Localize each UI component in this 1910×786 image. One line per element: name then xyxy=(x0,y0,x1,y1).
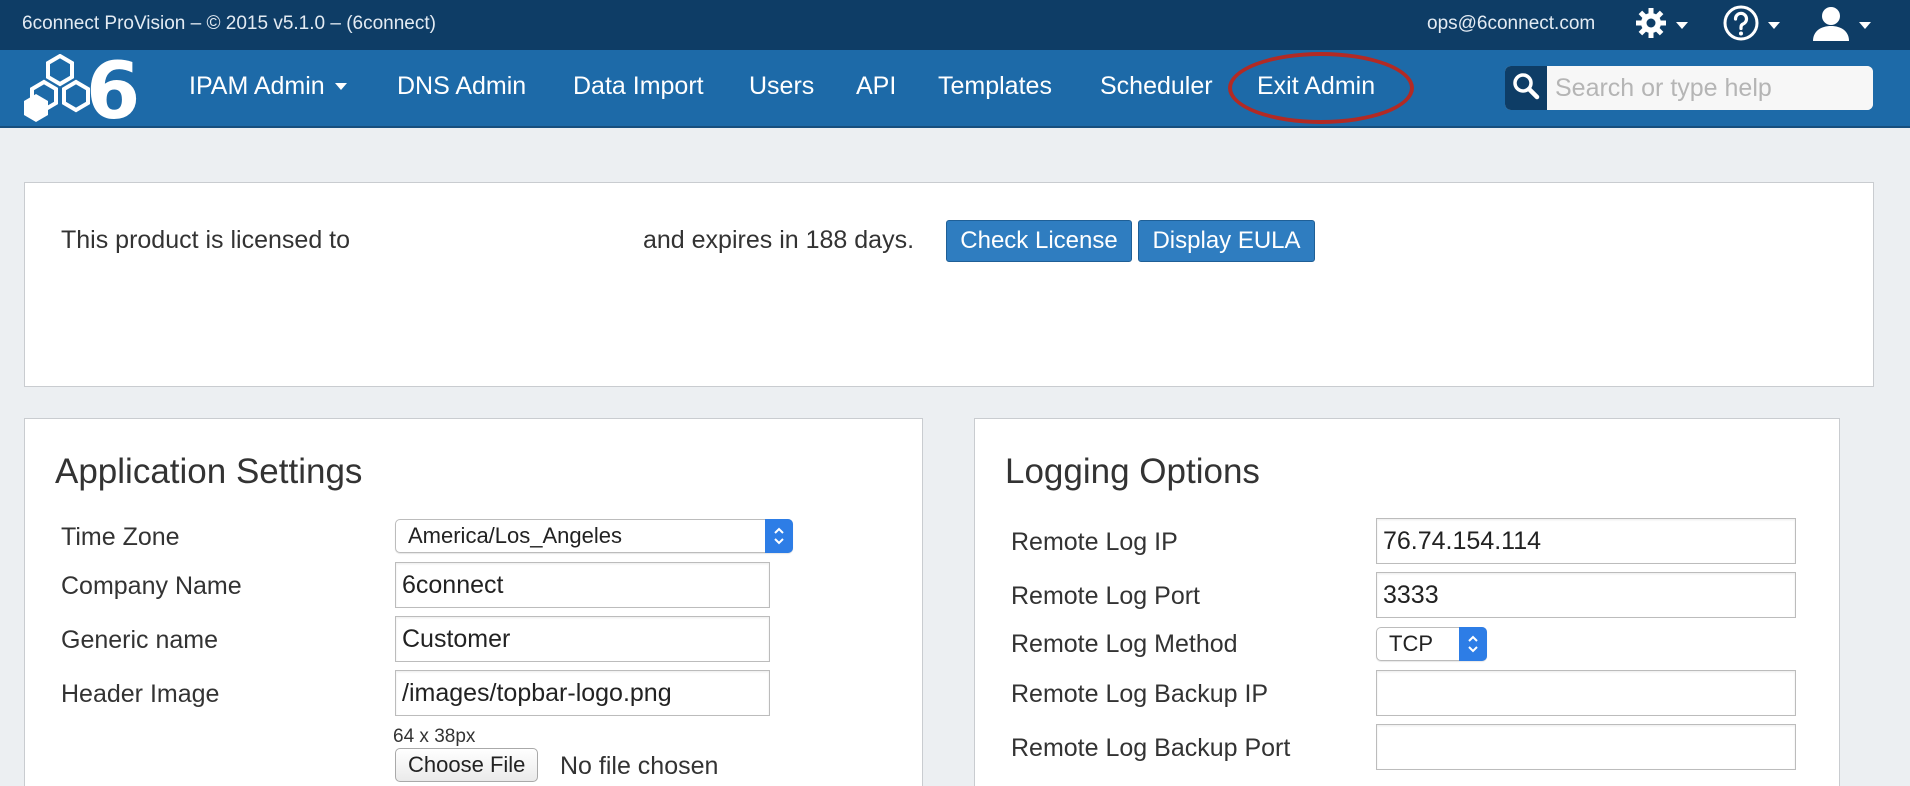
help-icon xyxy=(1722,4,1760,47)
select-arrows-icon xyxy=(765,519,793,553)
time-zone-label: Time Zone xyxy=(61,523,180,551)
display-eula-button[interactable]: Display EULA xyxy=(1138,220,1315,262)
time-zone-value: America/Los_Angeles xyxy=(408,523,623,548)
remote-log-method-value: TCP xyxy=(1389,631,1433,656)
remote-log-backup-ip-label: Remote Log Backup IP xyxy=(1011,680,1269,708)
nav-api-label: API xyxy=(856,72,897,100)
generic-name-label: Generic name xyxy=(61,626,219,654)
user-email[interactable]: ops@6connect.com xyxy=(1427,13,1595,35)
search-box xyxy=(1505,66,1873,110)
nav-exit-admin[interactable]: Exit Admin xyxy=(1257,72,1375,101)
time-zone-select[interactable]: America/Los_Angeles xyxy=(395,519,793,553)
nav-data-import-label: Data Import xyxy=(573,72,704,100)
nav-users-label: Users xyxy=(749,72,815,100)
nav-dns-admin-label: DNS Admin xyxy=(397,72,527,100)
user-icon xyxy=(1811,5,1851,46)
nav-ipam-admin-label: IPAM Admin xyxy=(189,72,325,100)
remote-log-ip-input[interactable] xyxy=(1376,518,1796,564)
generic-name-input[interactable] xyxy=(395,616,770,662)
license-text-prefix: This product is licensed to xyxy=(61,226,351,254)
license-panel xyxy=(24,182,1874,387)
chevron-down-icon xyxy=(1676,21,1688,29)
nav-api[interactable]: API xyxy=(856,72,896,101)
nav-exit-admin-label: Exit Admin xyxy=(1257,72,1376,100)
nav-data-import[interactable]: Data Import xyxy=(573,72,704,101)
company-name-label: Company Name xyxy=(61,572,242,600)
remote-log-method-label: Remote Log Method xyxy=(1011,630,1238,658)
check-license-button[interactable]: Check License xyxy=(946,220,1132,262)
search-icon xyxy=(1512,72,1540,105)
choose-file-button[interactable]: Choose File xyxy=(395,748,539,782)
license-text-suffix: and expires in 188 days. xyxy=(643,226,915,254)
gear-icon xyxy=(1634,6,1668,45)
search-input[interactable] xyxy=(1547,66,1873,110)
settings-menu[interactable] xyxy=(1634,6,1688,45)
header-image-label: Header Image xyxy=(61,680,220,708)
remote-log-backup-port-input[interactable] xyxy=(1376,724,1796,770)
user-menu[interactable] xyxy=(1811,6,1871,42)
nav-users[interactable]: Users xyxy=(749,72,814,101)
search-button[interactable] xyxy=(1505,66,1547,110)
remote-log-port-input[interactable] xyxy=(1376,572,1796,618)
nav-dns-admin[interactable]: DNS Admin xyxy=(397,72,526,101)
select-arrows-icon xyxy=(1459,627,1487,661)
app-title: 6connect ProVision – © 2015 v5.1.0 – (6c… xyxy=(22,13,436,34)
remote-log-backup-port-label: Remote Log Backup Port xyxy=(1011,734,1291,762)
application-settings-title: Application Settings xyxy=(55,452,363,491)
header-image-input[interactable] xyxy=(395,670,770,716)
remote-log-ip-label: Remote Log IP xyxy=(1011,528,1178,556)
image-size-hint: 64 x 38px xyxy=(393,726,476,747)
remote-log-method-select[interactable]: TCP xyxy=(1376,627,1487,661)
chevron-down-icon xyxy=(334,83,347,90)
nav-scheduler-label: Scheduler xyxy=(1100,72,1213,100)
nav-templates-label: Templates xyxy=(938,72,1052,100)
6connect-logo[interactable]: 6 xyxy=(20,47,154,137)
remote-log-port-label: Remote Log Port xyxy=(1011,582,1200,610)
nav-templates[interactable]: Templates xyxy=(938,72,1052,101)
svg-text:6: 6 xyxy=(86,54,140,124)
file-status: No file chosen xyxy=(560,752,719,780)
help-menu[interactable] xyxy=(1722,5,1780,42)
chevron-down-icon xyxy=(1768,21,1780,29)
chevron-down-icon xyxy=(1859,21,1871,29)
nav-scheduler[interactable]: Scheduler xyxy=(1100,72,1213,101)
top-bar: 6connect ProVision – © 2015 v5.1.0 – (6c… xyxy=(0,0,1910,50)
company-name-input[interactable] xyxy=(395,562,770,608)
logging-options-title: Logging Options xyxy=(1005,452,1260,491)
nav-ipam-admin[interactable]: IPAM Admin xyxy=(189,72,347,101)
remote-log-backup-ip-input[interactable] xyxy=(1376,670,1796,716)
